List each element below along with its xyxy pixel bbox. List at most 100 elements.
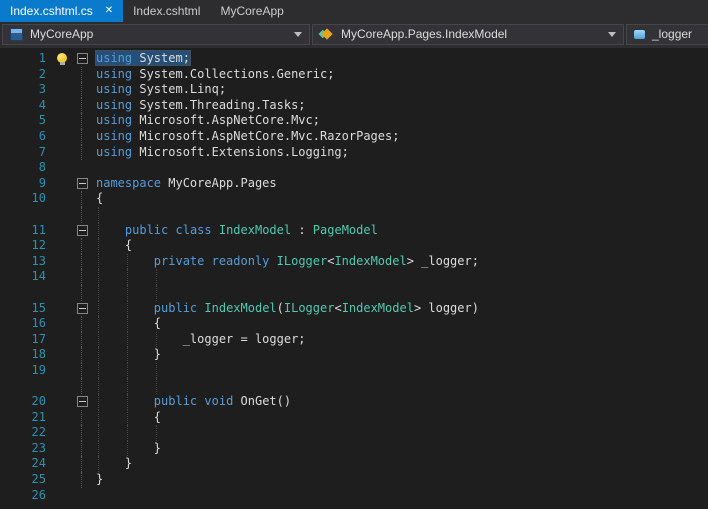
code-line[interactable]: 11 public class IndexModel : PageModel — [0, 222, 708, 239]
line-number: 19 — [31, 362, 46, 377]
indent-guide — [126, 378, 128, 395]
indent-guide — [126, 409, 128, 426]
tab-index-cshtml[interactable]: Index.cshtml — [123, 0, 210, 22]
glyph-margin[interactable] — [48, 82, 74, 98]
outline-margin — [74, 456, 90, 473]
tab-index-cshtml-cs[interactable]: Index.cshtml.cs ✕ — [0, 0, 124, 22]
line-number: 9 — [38, 175, 46, 190]
code-line[interactable]: 20 public void OnGet() — [0, 394, 708, 410]
code-token: IndexModel — [334, 253, 407, 268]
glyph-margin[interactable] — [48, 394, 74, 410]
line-number — [0, 285, 48, 301]
project-dropdown[interactable]: MyCoreApp — [2, 23, 310, 45]
code-token: void — [204, 394, 234, 409]
code-line[interactable]: 8 — [0, 160, 708, 176]
outline-margin — [74, 347, 90, 363]
glyph-margin[interactable] — [48, 129, 74, 145]
glyph-margin[interactable] — [48, 347, 74, 363]
code-line[interactable]: 18 } — [0, 347, 708, 363]
code-line[interactable]: 13 private readonly ILogger<IndexModel> … — [0, 253, 708, 270]
glyph-margin[interactable] — [48, 488, 74, 504]
line-number: 16 — [31, 316, 46, 331]
glyph-margin[interactable] — [48, 67, 74, 83]
glyph-margin[interactable] — [48, 191, 74, 207]
code-line[interactable]: 7 using Microsoft.Extensions.Logging; — [0, 144, 708, 161]
outline-margin — [74, 316, 90, 332]
glyph-margin[interactable] — [48, 316, 74, 332]
tab-mycoreapp[interactable]: MyCoreApp — [210, 0, 293, 22]
glyph-margin[interactable] — [48, 269, 74, 285]
code-line[interactable] — [0, 206, 708, 223]
line-number: 13 — [31, 253, 46, 268]
glyph-margin[interactable] — [48, 238, 74, 254]
indent-guide — [98, 362, 99, 379]
code-line[interactable]: 5 using Microsoft.AspNetCore.Mvc; — [0, 113, 708, 129]
code-token: namespace — [96, 175, 162, 190]
indent-guide — [98, 238, 99, 254]
line-number: 20 — [31, 394, 46, 409]
code-line[interactable]: 15 public IndexModel(ILogger<IndexModel>… — [0, 300, 708, 317]
collapse-icon[interactable] — [76, 302, 88, 314]
close-icon[interactable]: ✕ — [105, 6, 113, 16]
glyph-margin[interactable] — [48, 472, 74, 488]
glyph-margin[interactable] — [48, 223, 74, 239]
member-dropdown[interactable]: _logger — [626, 23, 708, 45]
tab-bar: Index.cshtml.cs ✕ Index.cshtml MyCoreApp — [0, 0, 708, 22]
code-line[interactable]: 3 using System.Linq; — [0, 82, 708, 98]
glyph-margin[interactable] — [48, 51, 74, 67]
code-line[interactable]: 23 } — [0, 440, 708, 457]
code-line[interactable]: 2 using System.Collections.Generic; — [0, 66, 708, 83]
indent-guide — [126, 440, 128, 457]
code-line[interactable]: 10 { — [0, 191, 708, 207]
glyph-margin[interactable] — [48, 332, 74, 348]
line-number: 17 — [31, 331, 46, 346]
glyph-margin[interactable] — [48, 145, 74, 161]
code-line[interactable]: 21 { — [0, 409, 708, 426]
glyph-margin[interactable] — [48, 254, 74, 270]
code-line[interactable]: 1 using System; — [0, 51, 708, 67]
glyph-margin[interactable] — [48, 410, 74, 426]
code-line[interactable]: 25} — [0, 472, 708, 488]
outline-guide — [81, 440, 82, 457]
glyph-margin[interactable] — [48, 285, 74, 301]
code-line[interactable]: 22 — [0, 425, 708, 441]
glyph-margin[interactable] — [48, 441, 74, 457]
glyph-margin[interactable] — [48, 98, 74, 114]
code-line[interactable] — [0, 378, 708, 395]
glyph-margin[interactable] — [48, 425, 74, 441]
code-line[interactable]: 16 { — [0, 316, 708, 332]
glyph-margin[interactable] — [48, 160, 74, 176]
line-number: 14 — [31, 269, 46, 284]
code-line[interactable]: 26 — [0, 488, 708, 504]
indent-guide — [98, 253, 99, 270]
code-token: < — [334, 300, 342, 315]
glyph-margin[interactable] — [48, 113, 74, 129]
code-line[interactable]: 12 { — [0, 238, 708, 254]
type-dropdown[interactable]: MyCoreApp.Pages.IndexModel — [312, 23, 624, 45]
collapse-icon[interactable] — [76, 396, 88, 408]
code-editor[interactable]: 1 using System; 2 using System.Collections.… — [0, 48, 708, 509]
code-line[interactable]: 14 — [0, 269, 708, 285]
lightbulb-icon[interactable] — [57, 53, 67, 65]
chevron-down-icon — [294, 31, 302, 37]
code-line[interactable]: 17 _logger = logger; — [0, 331, 708, 348]
code-line[interactable]: 4 using System.Threading.Tasks; — [0, 97, 708, 114]
glyph-margin[interactable] — [48, 378, 74, 394]
code-line[interactable]: 19 — [0, 362, 708, 379]
glyph-margin[interactable] — [48, 301, 74, 317]
tab-bar-filler — [294, 0, 708, 22]
code-line[interactable]: 6 using Microsoft.AspNetCore.Mvc.RazorPag… — [0, 128, 708, 145]
glyph-margin[interactable] — [48, 207, 74, 223]
line-number: 7 — [38, 144, 46, 159]
code-token: using — [96, 82, 133, 97]
glyph-margin[interactable] — [48, 363, 74, 379]
code-line[interactable]: 9 namespace MyCoreApp.Pages — [0, 176, 708, 192]
line-number: 24 — [31, 456, 46, 471]
code-line[interactable] — [0, 284, 708, 301]
glyph-margin[interactable] — [48, 176, 74, 192]
glyph-margin[interactable] — [48, 456, 74, 472]
collapse-icon[interactable] — [76, 178, 88, 190]
code-line[interactable]: 24 } — [0, 456, 708, 473]
collapse-icon[interactable] — [76, 53, 88, 65]
collapse-icon[interactable] — [76, 224, 88, 236]
